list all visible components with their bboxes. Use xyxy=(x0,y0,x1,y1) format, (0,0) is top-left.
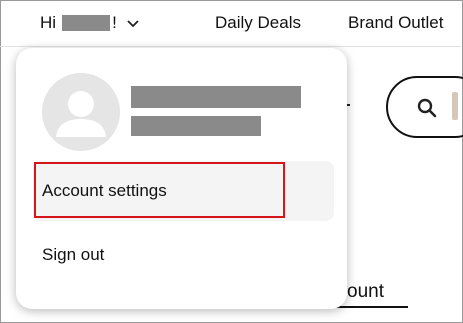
sign-out-label: Sign out xyxy=(42,245,105,264)
redacted-username xyxy=(62,15,111,31)
nav-link-daily-deals[interactable]: Daily Deals xyxy=(215,12,301,34)
sign-out-item[interactable]: Sign out xyxy=(33,234,334,274)
user-greeting-menu-toggle[interactable]: Hi ! xyxy=(40,12,141,34)
account-settings-label: Account settings xyxy=(42,181,167,200)
search-input-edge xyxy=(452,92,458,120)
top-navigation: Hi ! Daily Deals Brand Outlet xyxy=(0,0,461,47)
chevron-down-icon xyxy=(127,20,139,28)
redacted-user-email xyxy=(131,116,261,136)
account-dropdown-menu: Account settings Sign out xyxy=(16,48,347,309)
nav-link-brand-outlet[interactable]: Brand Outlet xyxy=(348,12,443,34)
user-icon xyxy=(56,91,106,137)
redacted-user-name xyxy=(131,86,301,108)
search-icon xyxy=(417,98,437,118)
account-settings-item[interactable]: Account settings xyxy=(33,161,334,221)
greeting-suffix: ! xyxy=(112,13,117,32)
avatar xyxy=(42,73,120,151)
greeting-prefix: Hi xyxy=(40,13,57,32)
